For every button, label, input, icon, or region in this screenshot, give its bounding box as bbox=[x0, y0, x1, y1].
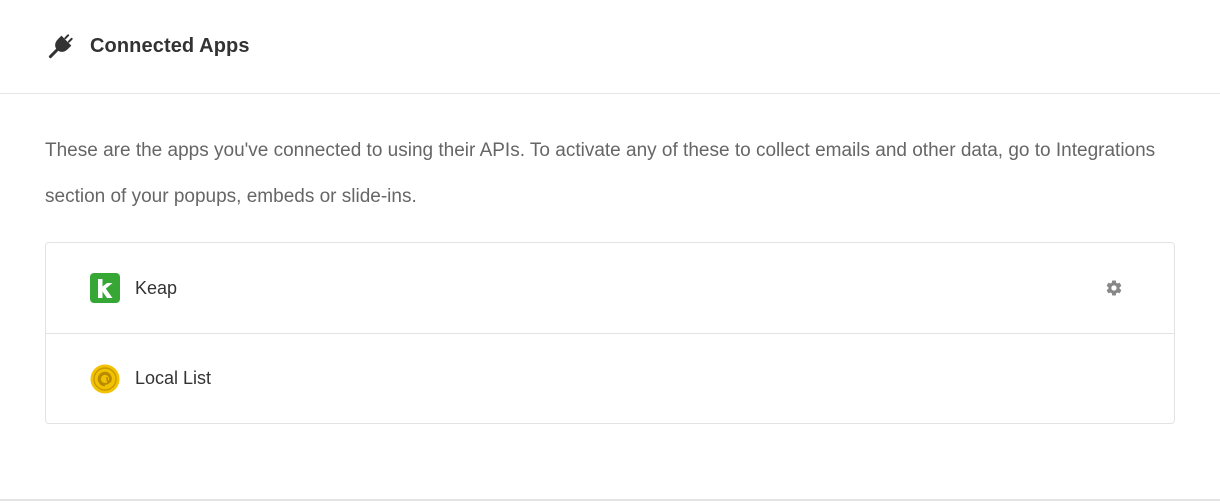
plug-icon bbox=[44, 31, 76, 63]
connected-apps-list: Keap Local List bbox=[45, 242, 1175, 424]
panel-header: Connected Apps bbox=[0, 0, 1220, 94]
app-name: Keap bbox=[135, 277, 178, 298]
app-row-local-list[interactable]: Local List bbox=[46, 333, 1174, 423]
page-title: Connected Apps bbox=[90, 35, 250, 57]
app-row-keap[interactable]: Keap bbox=[46, 243, 1174, 333]
description-text: These are the apps you've connected to u… bbox=[45, 140, 1156, 207]
app-name: Local List bbox=[135, 368, 212, 388]
keap-logo bbox=[90, 273, 120, 303]
connected-apps-panel: Connected Apps These are the apps you've… bbox=[0, 0, 1220, 501]
panel-body: These are the apps you've connected to u… bbox=[0, 94, 1220, 424]
gear-icon[interactable] bbox=[1104, 278, 1124, 298]
local-list-logo bbox=[90, 364, 120, 394]
